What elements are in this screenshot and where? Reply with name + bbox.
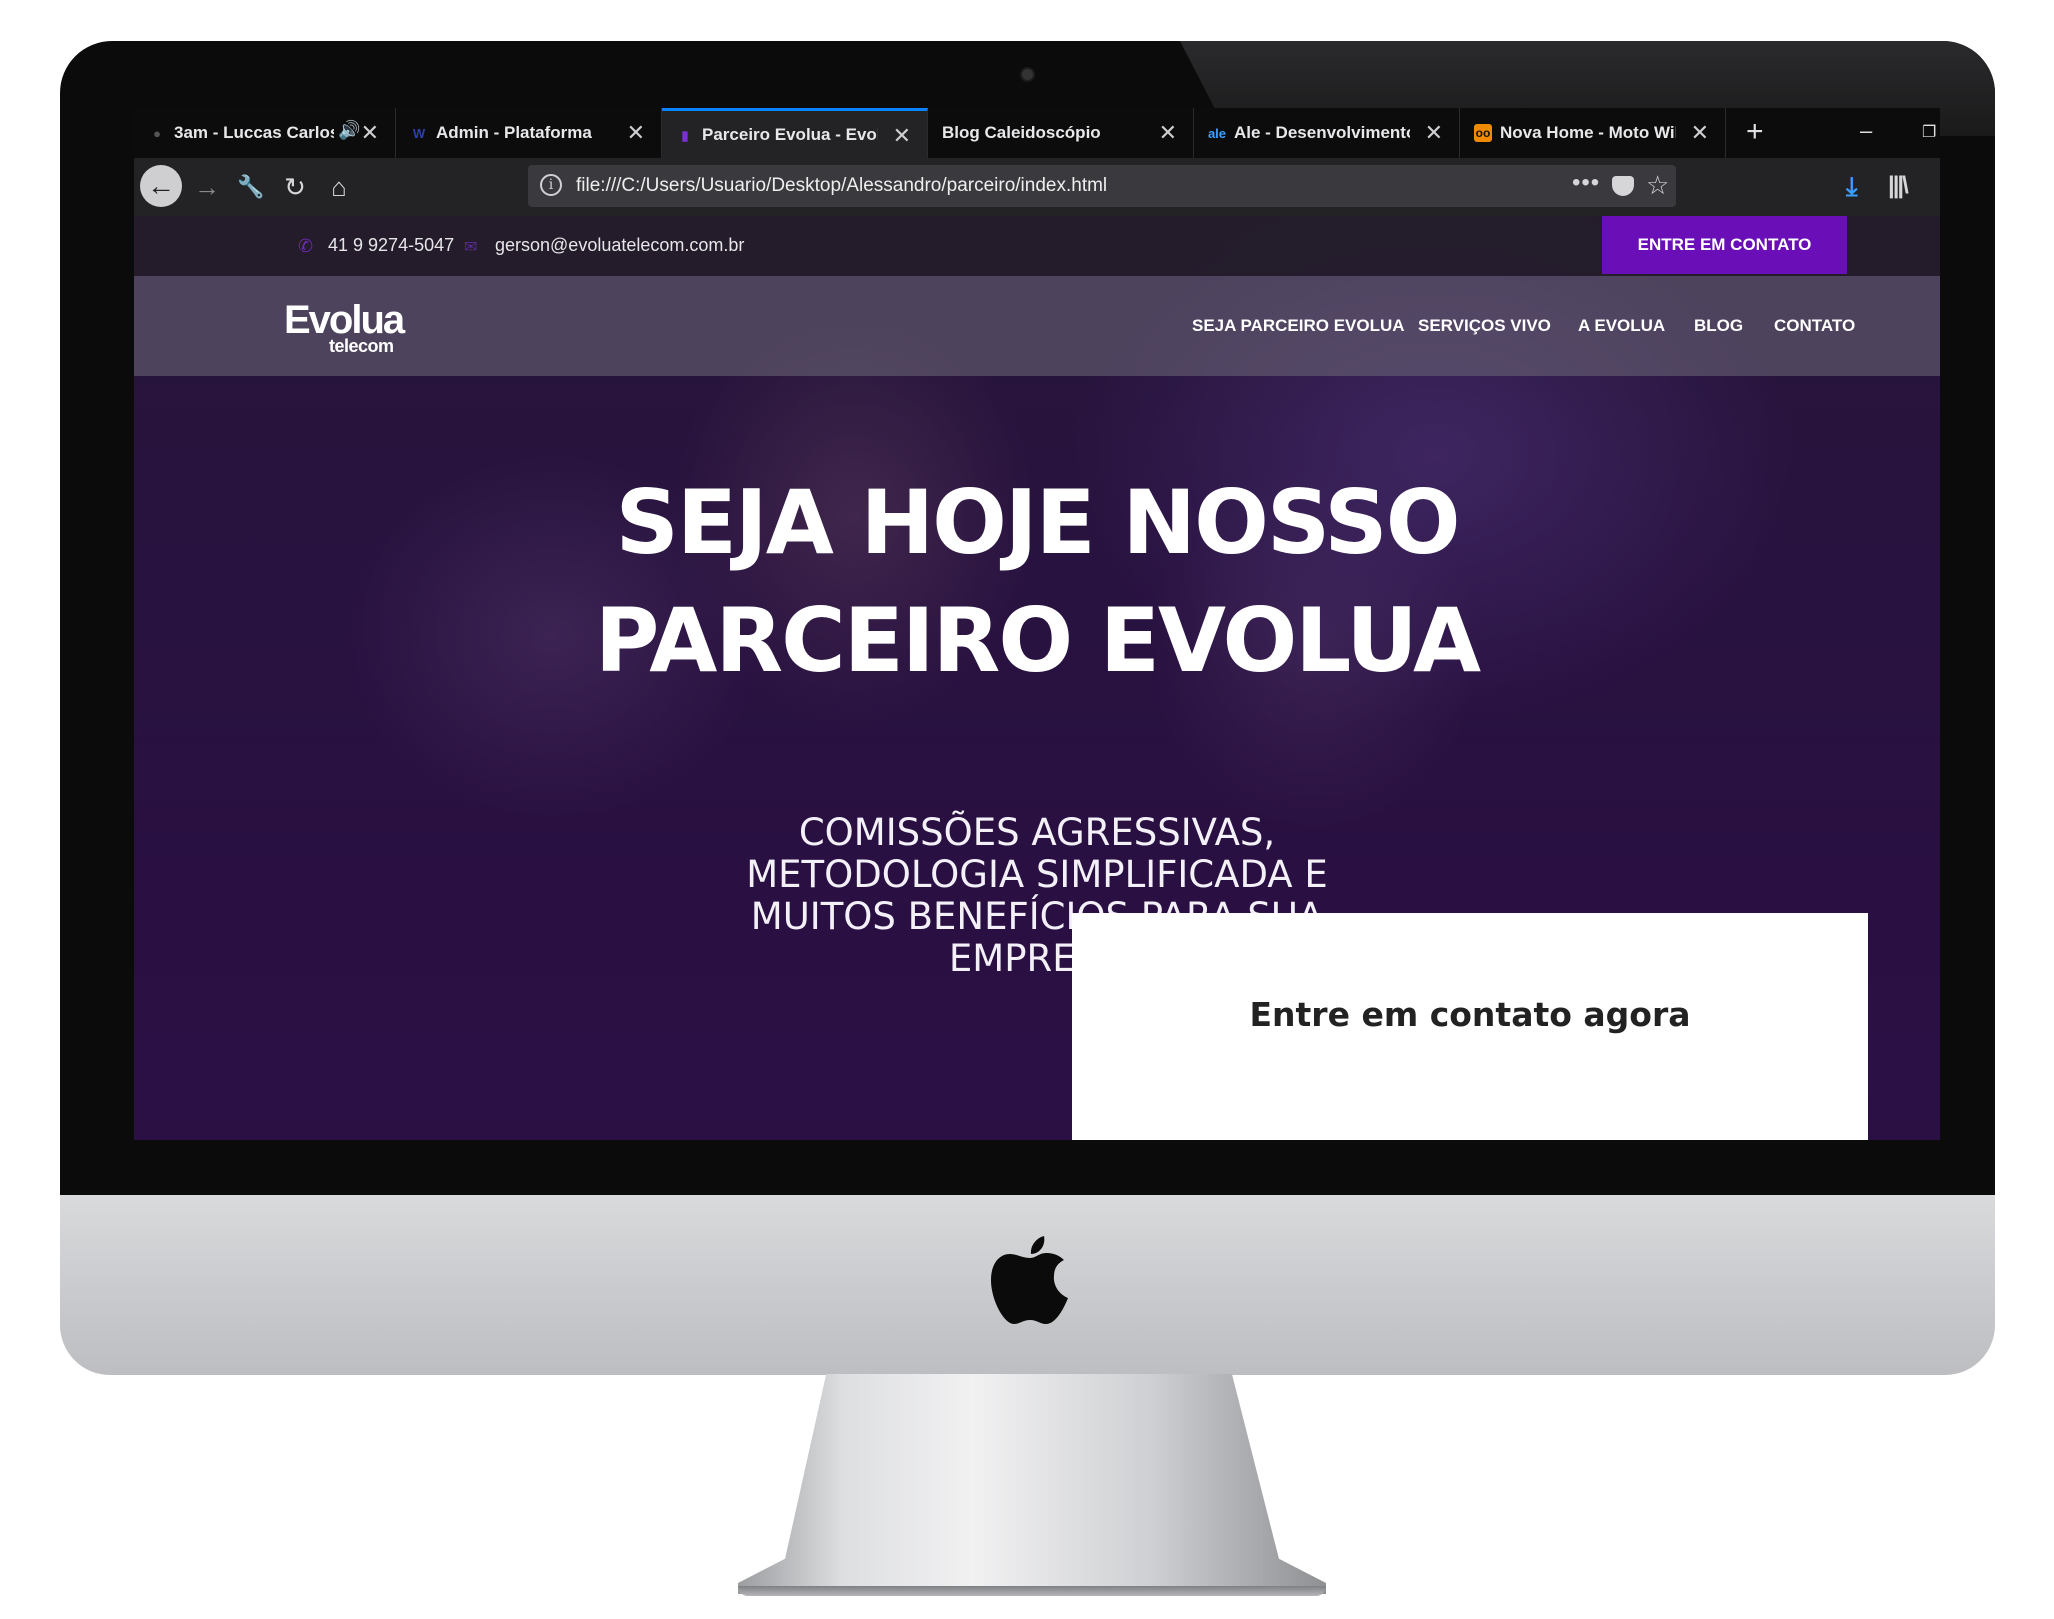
site-topbar: ✆ 41 9 9274-5047 ✉ gerson@evoluatelecom.… (134, 216, 1940, 276)
url-bar[interactable]: i file:///C:/Users/Usuario/Desktop/Aless… (528, 165, 1676, 207)
close-tab-icon[interactable]: ✕ (1425, 120, 1443, 146)
back-icon[interactable]: ← (140, 165, 182, 207)
tab-ale-desenvolvimento[interactable]: ale Ale - Desenvolvimento W ✕ (1194, 108, 1460, 158)
tab-nova-home[interactable]: oo Nova Home - Moto Willy ✕ (1460, 108, 1726, 158)
contact-form-card: Entre em contato agora (1072, 913, 1868, 1140)
phone-number: 41 9 9274-5047 (328, 235, 455, 255)
info-icon[interactable]: i (540, 174, 562, 196)
site-main-nav: Evolua telecom SEJA PARCEIRO EVOLUA SERV… (134, 276, 1940, 376)
tab-favicon: ● (153, 125, 161, 141)
minimize-button[interactable]: – (1860, 118, 1872, 144)
library-icon[interactable]: |||\ (1888, 172, 1909, 200)
close-tab-icon[interactable]: ✕ (1691, 120, 1709, 146)
contact-cta-button[interactable]: ENTRE EM CONTATO (1602, 216, 1847, 274)
pocket-icon[interactable] (1612, 176, 1634, 196)
apple-logo-icon (991, 1236, 1068, 1324)
tab-admin[interactable]: W Admin - Plataforma ✕ (396, 108, 662, 158)
download-icon[interactable]: ⤓ (1846, 171, 1858, 203)
hero-title-line: PARCEIRO EVOLUA (594, 589, 1481, 692)
contact-form-title: Entre em contato agora (1249, 995, 1691, 1034)
evolua-icon: ▮ (681, 128, 689, 143)
hero-title-line: SEJA HOJE NOSSO (615, 471, 1461, 574)
imac-stand (738, 1374, 1326, 1594)
bookmark-star-icon[interactable]: ☆ (1646, 170, 1669, 201)
new-tab-button[interactable]: + (1746, 115, 1764, 149)
tab-title: Ale - Desenvolvimento W (1234, 123, 1410, 142)
restore-button[interactable]: ❐ (1922, 122, 1936, 142)
website-viewport: ✆ 41 9 9274-5047 ✉ gerson@evoluatelecom.… (134, 216, 1940, 1140)
phone-icon: ✆ (298, 236, 314, 256)
reload-icon[interactable]: ↻ (280, 172, 310, 202)
nav-seja-parceiro[interactable]: SEJA PARCEIRO EVOLUA (1192, 316, 1405, 336)
close-tab-icon[interactable]: ✕ (1159, 120, 1177, 146)
motowilly-icon: oo (1474, 124, 1492, 142)
hero-subtitle-line: METODOLOGIA SIMPLIFICADA E (746, 853, 1328, 896)
nav-servicos-vivo[interactable]: SERVIÇOS VIVO (1418, 316, 1551, 336)
nav-contato[interactable]: CONTATO (1774, 316, 1855, 336)
imac-stand-foot (738, 1586, 1326, 1596)
tab-title: Parceiro Evolua - Evolua (702, 124, 878, 144)
tab-parceiro-evolua[interactable]: ▮ Parceiro Evolua - Evolua ✕ (662, 108, 928, 158)
tab-3am[interactable]: ● 3am - Luccas Carlos, 🔊 ✕ (134, 108, 396, 158)
hero-title: SEJA HOJE NOSSO PARCEIRO EVOLUA (434, 464, 1640, 700)
nav-blog[interactable]: BLOG (1694, 316, 1743, 336)
nav-a-evolua[interactable]: A EVOLUA (1578, 316, 1665, 336)
close-tab-icon[interactable]: ✕ (627, 120, 645, 146)
close-tab-icon[interactable]: ✕ (361, 120, 379, 146)
close-tab-icon[interactable]: ✕ (893, 123, 911, 149)
tab-title: 3am - Luccas Carlos, (174, 123, 334, 142)
wrench-icon[interactable]: 🔧 (236, 172, 266, 202)
mail-icon: ✉ (464, 239, 478, 256)
tab-title: Blog Caleidoscópio (942, 123, 1101, 142)
hero-subtitle-line: COMISSÕES AGRESSIVAS, (798, 811, 1276, 854)
home-icon[interactable]: ⌂ (324, 172, 354, 202)
page-actions-icon[interactable]: ••• (1572, 169, 1600, 197)
logo-subtitle: telecom (329, 336, 394, 356)
wordpress-icon: W (412, 125, 426, 141)
url-text[interactable]: file:///C:/Users/Usuario/Desktop/Alessan… (576, 175, 1107, 197)
browser-tab-bar: ● 3am - Luccas Carlos, 🔊 ✕ W Admin - Pla… (134, 108, 1940, 158)
forward-icon[interactable]: → (192, 172, 222, 202)
email-link[interactable]: gerson@evoluatelecom.com.br (495, 235, 744, 256)
speaker-icon[interactable]: 🔊 (338, 120, 360, 141)
ale-icon: ale (1207, 125, 1227, 141)
browser-toolbar: ← → 🔧 ↻ ⌂ i file:///C:/Users/Usuario/Des… (134, 158, 1940, 216)
tab-title: Nova Home - Moto Willy (1500, 123, 1676, 142)
camera-icon (1022, 69, 1033, 80)
screen: ● 3am - Luccas Carlos, 🔊 ✕ W Admin - Pla… (134, 108, 1940, 1140)
tab-title: Admin - Plataforma (436, 123, 592, 142)
tab-blog-caleidoscopio[interactable]: Blog Caleidoscópio ✕ (928, 108, 1194, 158)
